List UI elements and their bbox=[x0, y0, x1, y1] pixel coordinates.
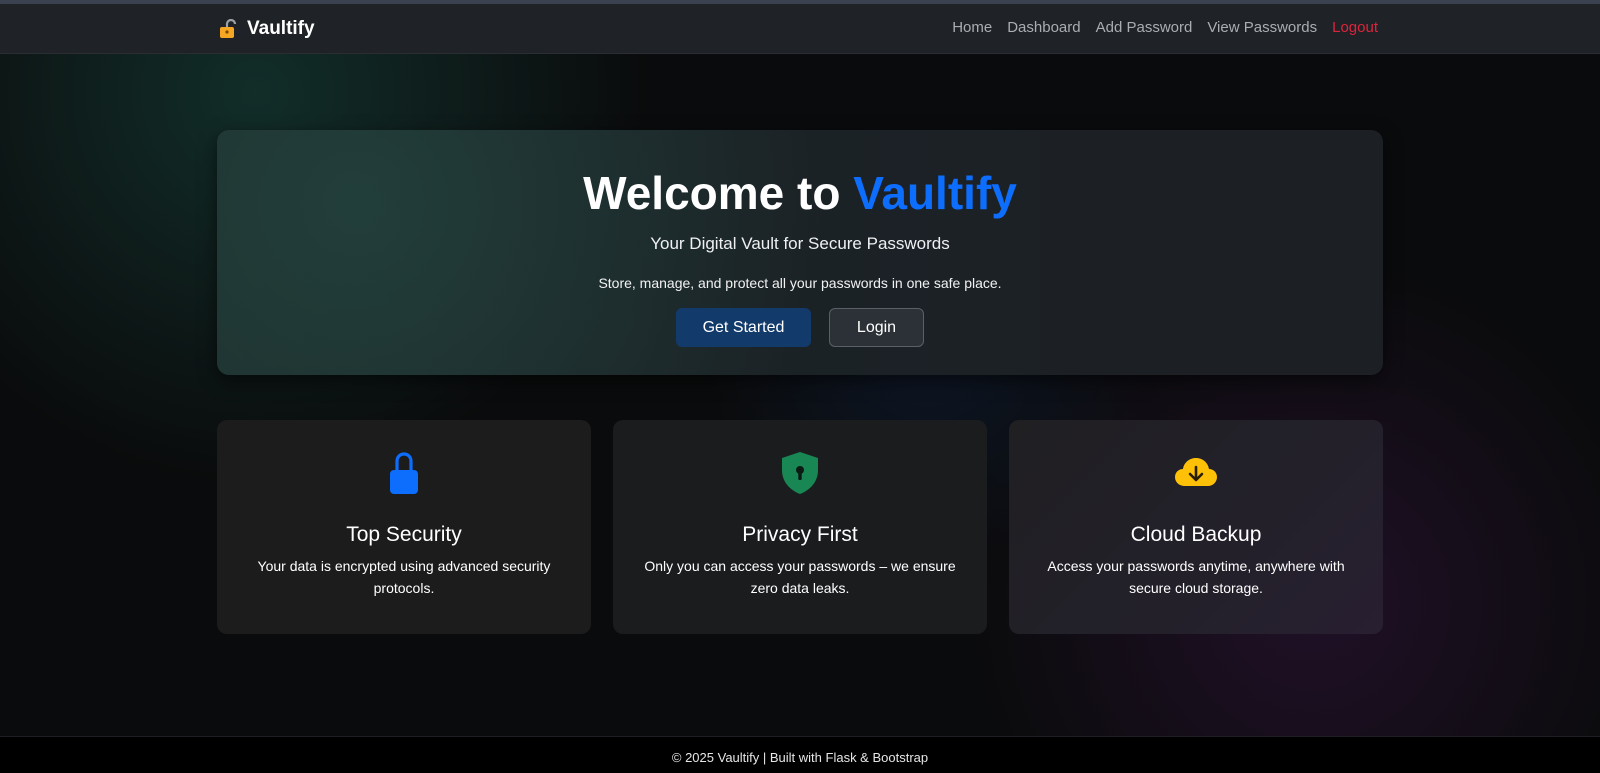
nav-link-logout[interactable]: Logout bbox=[1332, 19, 1378, 36]
hero-card: Welcome to Vaultify Your Digital Vault f… bbox=[217, 130, 1383, 375]
unlocked-padlock-icon bbox=[219, 19, 239, 39]
hero-title-prefix: Welcome to bbox=[583, 167, 841, 219]
hero-subtitle: Your Digital Vault for Secure Passwords bbox=[650, 234, 950, 253]
navbar-brand[interactable]: Vaultify bbox=[219, 18, 315, 40]
nav-link-add-password[interactable]: Add Password bbox=[1096, 19, 1193, 36]
footer-text: © 2025 Vaultify | Built with Flask & Boo… bbox=[671, 750, 929, 765]
feature-card-cloud-backup: Cloud Backup Access your passwords anyti… bbox=[1009, 420, 1383, 634]
feature-text: Only you can access your passwords – we … bbox=[644, 558, 956, 596]
get-started-button[interactable]: Get Started bbox=[676, 308, 811, 347]
cloud-download-icon bbox=[1009, 450, 1383, 496]
login-button[interactable]: Login bbox=[829, 308, 924, 347]
hero-title-accent: Vaultify bbox=[853, 167, 1017, 219]
hero-title: Welcome to Vaultify bbox=[217, 166, 1383, 220]
page-background bbox=[0, 0, 1600, 773]
navbar: Vaultify Home Dashboard Add Password Vie… bbox=[0, 4, 1600, 54]
feature-text: Access your passwords anytime, anywhere … bbox=[1047, 558, 1345, 596]
footer: © 2025 Vaultify | Built with Flask & Boo… bbox=[0, 736, 1600, 773]
hero-description: Store, manage, and protect all your pass… bbox=[598, 275, 1002, 291]
brand-name: Vaultify bbox=[247, 18, 315, 39]
nav-links: Home Dashboard Add Password View Passwor… bbox=[952, 19, 1378, 36]
nav-link-view-passwords[interactable]: View Passwords bbox=[1207, 19, 1317, 36]
feature-title: Privacy First bbox=[742, 523, 858, 546]
nav-link-home[interactable]: Home bbox=[952, 19, 992, 36]
feature-text: Your data is encrypted using advanced se… bbox=[257, 558, 551, 596]
lock-icon bbox=[217, 450, 591, 496]
feature-card-privacy-first: Privacy First Only you can access your p… bbox=[613, 420, 987, 634]
feature-card-top-security: Top Security Your data is encrypted usin… bbox=[217, 420, 591, 634]
feature-title: Top Security bbox=[346, 523, 462, 546]
nav-link-dashboard[interactable]: Dashboard bbox=[1007, 19, 1080, 36]
feature-title: Cloud Backup bbox=[1130, 523, 1262, 546]
shield-lock-icon bbox=[613, 450, 987, 496]
